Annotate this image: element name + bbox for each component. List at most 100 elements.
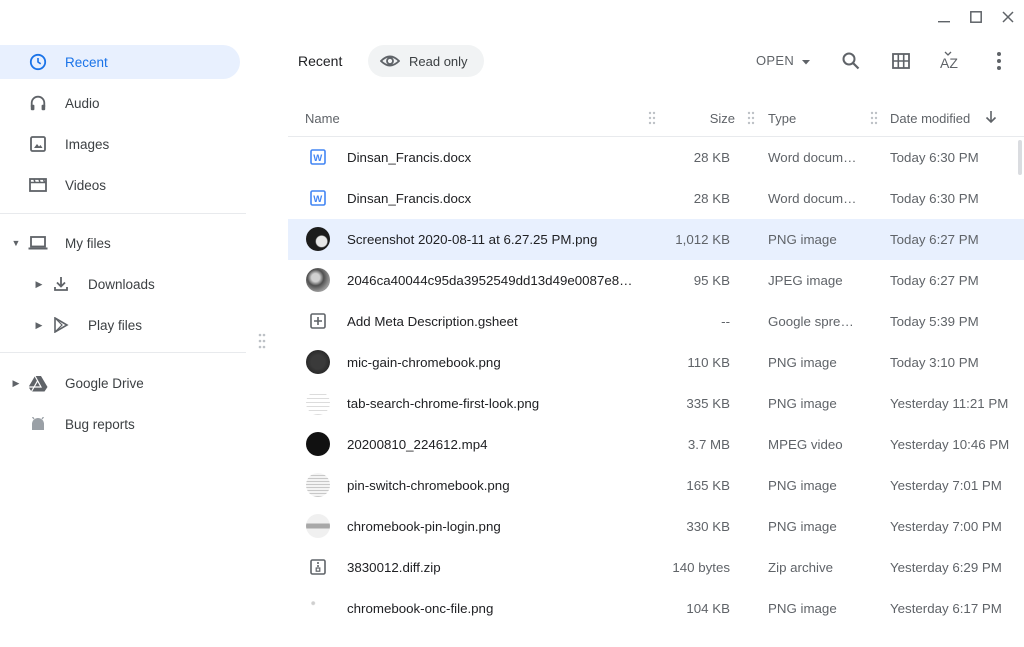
file-name: Screenshot 2020-08-11 at 6.27.25 PM.png: [347, 232, 598, 247]
column-resize-handle[interactable]: [747, 111, 755, 125]
file-date: Today 6:27 PM: [890, 273, 979, 288]
file-date: Yesterday 6:17 PM: [890, 601, 1002, 616]
file-name: 20200810_224612.mp4: [347, 437, 488, 452]
file-type: PNG image: [768, 355, 837, 370]
file-size: 28 KB: [693, 150, 730, 165]
image-thumbnail: [306, 268, 330, 292]
image-icon: [28, 134, 48, 154]
image-thumbnail: [306, 596, 330, 620]
file-size: 1,012 KB: [675, 232, 730, 247]
sort-descending-icon[interactable]: [985, 110, 997, 127]
file-date: Today 5:39 PM: [890, 314, 979, 329]
eye-icon: [379, 52, 401, 75]
table-row[interactable]: W Dinsan_Francis.docx 28 KB Word docum… …: [288, 178, 1024, 219]
file-type: Google sprea…: [768, 314, 860, 329]
svg-text:W: W: [313, 153, 322, 164]
image-thumbnail: [306, 350, 330, 374]
file-size: 140 bytes: [672, 560, 730, 575]
table-row[interactable]: 3830012.diff.zip 140 bytes Zip archive Y…: [288, 547, 1024, 588]
file-name: Dinsan_Francis.docx: [347, 191, 472, 206]
table-row[interactable]: Screenshot 2020-08-11 at 6.27.25 PM.png …: [288, 219, 1024, 260]
file-name: mic-gain-chromebook.png: [347, 355, 501, 370]
minimize-icon[interactable]: [928, 0, 960, 34]
gsheet-icon: [306, 309, 330, 333]
table-row[interactable]: chromebook-onc-file.png 104 KB PNG image…: [288, 588, 1024, 629]
open-button[interactable]: OPEN: [756, 53, 811, 68]
search-icon[interactable]: [839, 49, 863, 73]
word-doc-icon: W: [306, 145, 330, 169]
drive-icon: [28, 373, 48, 393]
column-header-size[interactable]: Size: [638, 111, 735, 126]
file-date: Yesterday 11:21 PM: [890, 396, 1009, 411]
file-name: chromebook-pin-login.png: [347, 519, 501, 534]
more-options-icon[interactable]: [987, 49, 1011, 73]
image-thumbnail: [306, 514, 330, 538]
headphones-icon: [28, 93, 48, 113]
sidebar-item-audio[interactable]: Audio: [0, 86, 240, 120]
table-row[interactable]: mic-gain-chromebook.png 110 KB PNG image…: [288, 342, 1024, 383]
table-row[interactable]: tab-search-chrome-first-look.png 335 KB …: [288, 383, 1024, 424]
sidebar-divider: [0, 352, 246, 353]
file-name: 3830012.diff.zip: [347, 560, 441, 575]
table-row[interactable]: chromebook-pin-login.png 330 KB PNG imag…: [288, 506, 1024, 547]
toolbar: Recent Read only OPEN AZ: [288, 34, 1024, 88]
sort-az-icon[interactable]: AZ: [938, 49, 962, 73]
file-size: 3.7 MB: [687, 437, 730, 452]
sidebar-item-bug-reports[interactable]: Bug reports: [0, 407, 240, 441]
sidebar-divider: [0, 213, 246, 214]
expand-arrow-icon[interactable]: ▼: [11, 238, 21, 248]
maximize-icon[interactable]: [960, 0, 992, 34]
grid-view-icon[interactable]: [889, 49, 913, 73]
sidebar-item-label: Bug reports: [65, 416, 135, 432]
laptop-icon: [28, 233, 48, 253]
column-header-date[interactable]: Date modified: [890, 111, 970, 126]
collapse-arrow-icon[interactable]: ▶: [34, 279, 44, 289]
table-row[interactable]: W Dinsan_Francis.docx 28 KB Word docum… …: [288, 137, 1024, 178]
sidebar-item-videos[interactable]: Videos: [0, 168, 240, 202]
file-date: Today 6:27 PM: [890, 232, 979, 247]
sidebar-item-label: Downloads: [88, 276, 155, 292]
sidebar-item-google-drive[interactable]: ▶ Google Drive: [0, 366, 240, 400]
table-row[interactable]: Add Meta Description.gsheet -- Google sp…: [288, 301, 1024, 342]
collapse-arrow-icon[interactable]: ▶: [34, 320, 44, 330]
sidebar-resize-handle[interactable]: [258, 333, 266, 349]
file-date: Today 3:10 PM: [890, 355, 979, 370]
column-header-name[interactable]: Name: [305, 111, 340, 126]
file-size: --: [721, 314, 730, 329]
file-size: 28 KB: [693, 191, 730, 206]
sort-label: AZ: [940, 55, 958, 71]
sidebar-item-images[interactable]: Images: [0, 127, 240, 161]
file-type: PNG image: [768, 519, 837, 534]
read-only-chip[interactable]: Read only: [368, 45, 484, 77]
android-icon: [28, 414, 48, 434]
sidebar-item-label: Images: [65, 136, 110, 152]
table-row[interactable]: 2046ca40044c95da3952549dd13d49e0087e8… 9…: [288, 260, 1024, 301]
image-thumbnail: [306, 227, 330, 251]
table-row[interactable]: 20200810_224612.mp4 3.7 MB MPEG video Ye…: [288, 424, 1024, 465]
file-size: 104 KB: [686, 601, 730, 616]
chip-label: Read only: [409, 54, 468, 69]
word-doc-icon: W: [306, 186, 330, 210]
column-resize-handle[interactable]: [870, 111, 878, 125]
file-size: 330 KB: [686, 519, 730, 534]
sidebar-item-downloads[interactable]: ▶ Downloads: [0, 267, 240, 301]
sidebar-item-play-files[interactable]: ▶ Play files: [0, 308, 240, 342]
sidebar-item-my-files[interactable]: ▼ My files: [0, 226, 240, 260]
close-icon[interactable]: [992, 0, 1024, 34]
file-type: PNG image: [768, 232, 837, 247]
file-name: Dinsan_Francis.docx: [347, 150, 472, 165]
file-date: Today 6:30 PM: [890, 191, 979, 206]
file-list: Name Size Type Date modified W Dinsan_Fr…: [288, 99, 1024, 629]
column-header-type[interactable]: Type: [768, 111, 796, 126]
sidebar-item-recent[interactable]: Recent: [0, 45, 240, 79]
file-name: pin-switch-chromebook.png: [347, 478, 510, 493]
file-date: Yesterday 7:00 PM: [890, 519, 1002, 534]
file-name: Add Meta Description.gsheet: [347, 314, 518, 329]
file-size: 95 KB: [693, 273, 730, 288]
table-row[interactable]: pin-switch-chromebook.png 165 KB PNG ima…: [288, 465, 1024, 506]
file-size: 335 KB: [686, 396, 730, 411]
collapse-arrow-icon[interactable]: ▶: [11, 378, 21, 388]
image-thumbnail: [306, 473, 330, 497]
file-type: JPEG image: [768, 273, 843, 288]
file-date: Yesterday 6:29 PM: [890, 560, 1002, 575]
